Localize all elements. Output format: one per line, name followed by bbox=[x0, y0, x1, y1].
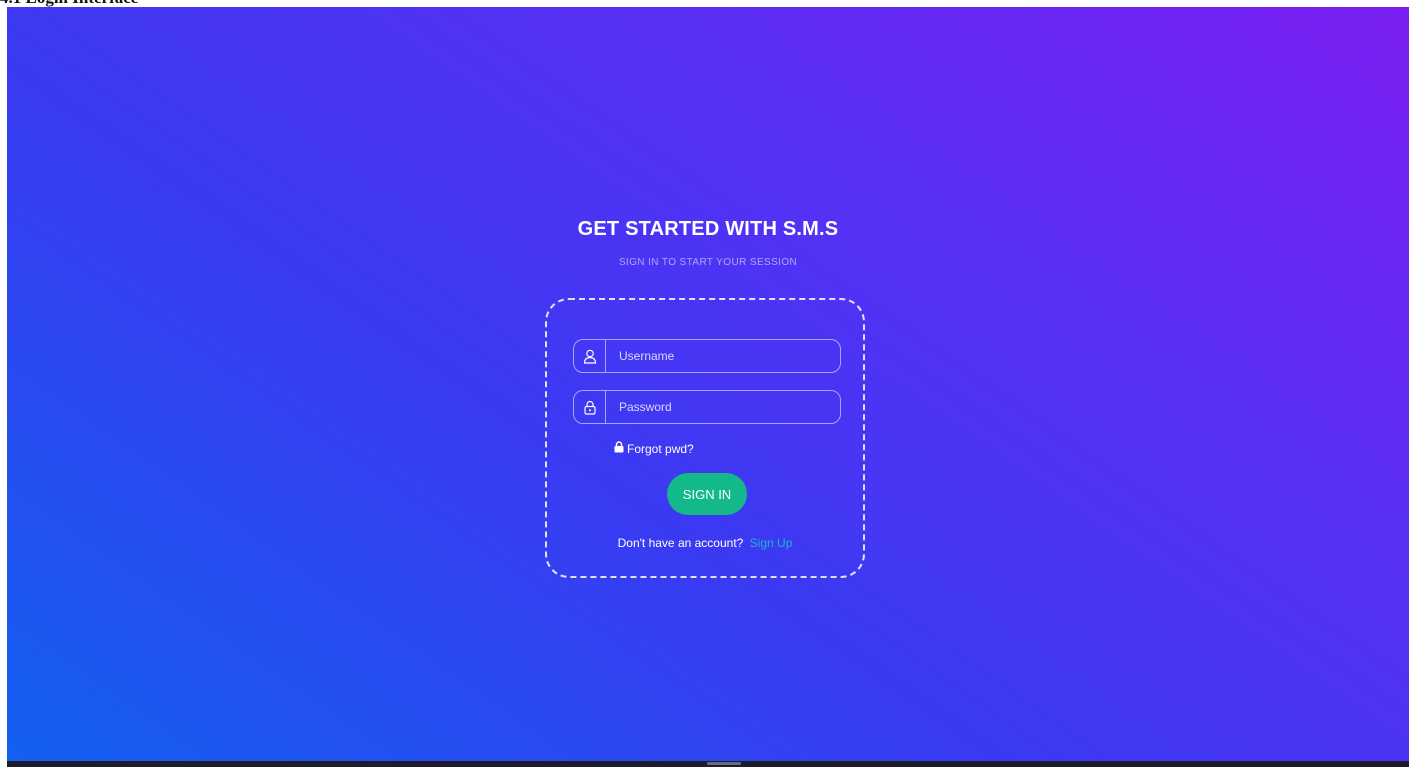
username-input[interactable] bbox=[606, 339, 840, 373]
login-card: Forgot pwd? SIGN IN Don't have an accoun… bbox=[545, 298, 865, 578]
password-input[interactable] bbox=[606, 390, 840, 424]
login-header: GET STARTED WITH S.M.S SIGN IN TO START … bbox=[7, 217, 1409, 268]
password-field[interactable] bbox=[573, 390, 841, 424]
page-subtitle: SIGN IN TO START YOUR SESSION bbox=[618, 257, 798, 268]
scroll-handle[interactable] bbox=[707, 762, 741, 765]
forgot-password-link[interactable]: Forgot pwd? bbox=[614, 441, 694, 456]
login-screen: GET STARTED WITH S.M.S SIGN IN TO START … bbox=[7, 7, 1409, 761]
lock-icon bbox=[614, 441, 624, 456]
page-title: GET STARTED WITH S.M.S bbox=[577, 218, 839, 240]
bottom-bar bbox=[7, 761, 1409, 767]
signup-prompt: Don't have an account? bbox=[617, 536, 744, 550]
user-icon bbox=[574, 340, 606, 372]
forgot-password-label: Forgot pwd? bbox=[627, 441, 694, 456]
username-field[interactable] bbox=[573, 339, 841, 373]
signup-row: Don't have an account? Sign Up bbox=[547, 536, 863, 550]
lock-icon bbox=[574, 391, 606, 423]
sign-in-button[interactable]: SIGN IN bbox=[667, 473, 747, 515]
sign-up-link[interactable]: Sign Up bbox=[750, 536, 793, 550]
